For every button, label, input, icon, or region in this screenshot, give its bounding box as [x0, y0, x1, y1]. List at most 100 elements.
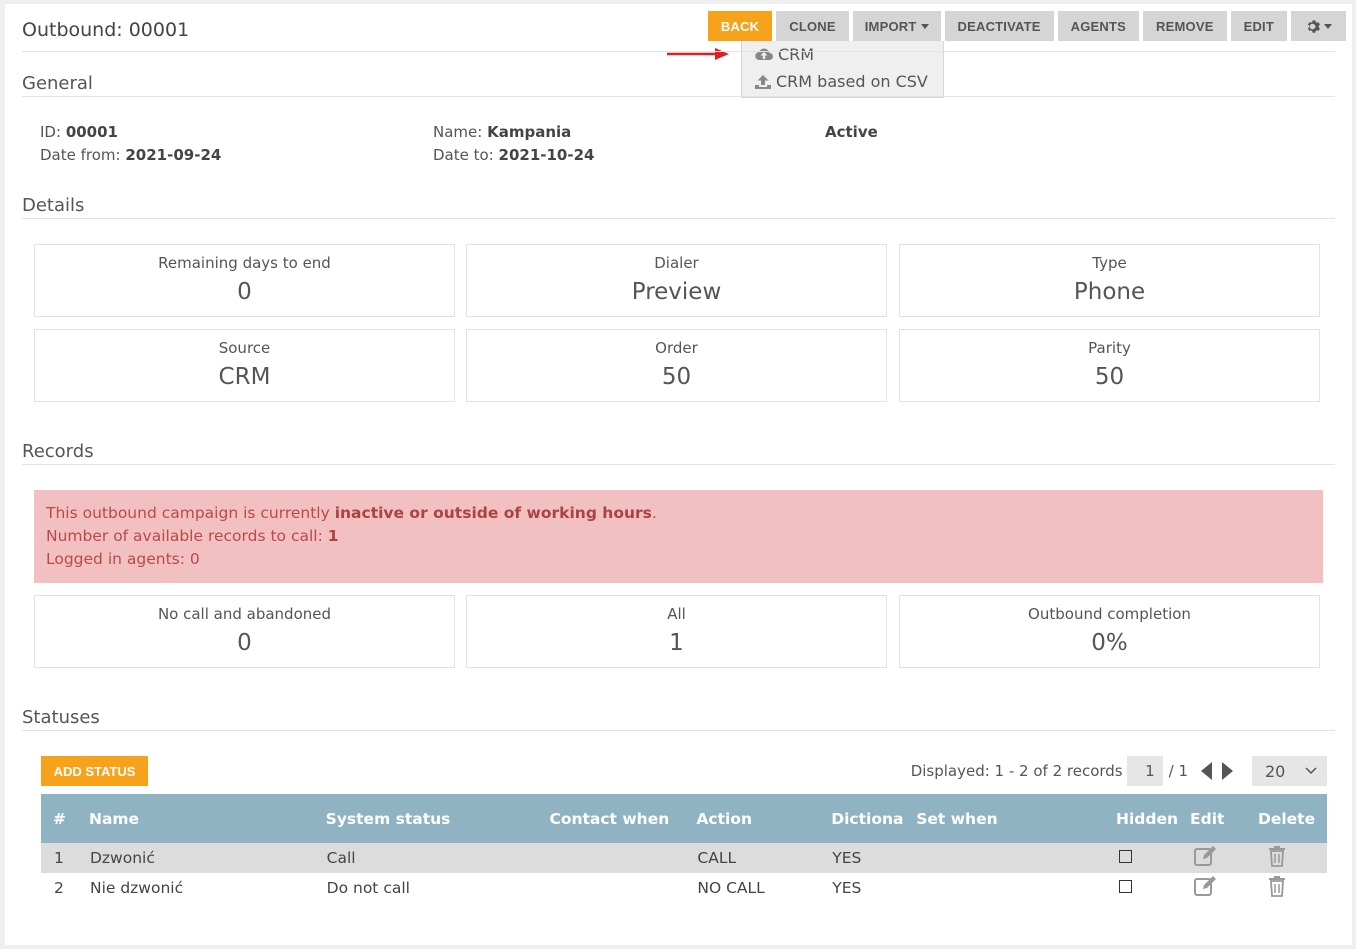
- detail-card-value: 50: [1094, 364, 1125, 390]
- hidden-checkbox[interactable]: [1118, 880, 1132, 893]
- detail-card-label: Type: [1092, 254, 1127, 272]
- row-action: NO CALL: [697, 879, 765, 897]
- import-crm-csv-label: CRM based on CSV: [776, 72, 928, 91]
- record-card-no-call: No call and abandoned 0: [34, 595, 455, 668]
- next-page-icon[interactable]: [1222, 762, 1233, 780]
- row-system-status: Do not call: [326, 879, 410, 897]
- displayed-records-text: Displayed: 1 - 2 of 2 records: [910, 762, 1123, 780]
- alert-text: This outbound campaign is currently: [46, 504, 335, 522]
- col-header[interactable]: Contact when: [537, 794, 684, 843]
- logged-agents-text: Logged in agents: 0: [46, 550, 200, 568]
- date-to-label: Date to:: [433, 146, 494, 164]
- record-card-completion: Outbound completion 0%: [899, 595, 1320, 668]
- row-dictionary: YES: [832, 879, 862, 897]
- table-row: 2 Nie dzwonić Do not call NO CALL YES: [41, 873, 1327, 903]
- edit-icon[interactable]: [1193, 845, 1219, 867]
- record-card-value: 0: [237, 630, 252, 656]
- detail-card-type: Type Phone: [899, 244, 1320, 317]
- trash-icon[interactable]: [1267, 875, 1287, 897]
- page-title: Outbound: 00001: [22, 19, 190, 41]
- import-button[interactable]: IMPORT: [852, 11, 941, 41]
- name-value: Kampania: [487, 123, 572, 141]
- row-edit: [1178, 873, 1246, 903]
- alert-text: Number of available records to call:: [46, 527, 328, 545]
- col-header[interactable]: Action: [684, 794, 819, 843]
- col-header: Hidden: [1115, 809, 1179, 828]
- record-card-label: Outbound completion: [1028, 605, 1191, 623]
- detail-card-parity: Parity 50: [899, 329, 1320, 402]
- row-dictionary: YES: [832, 849, 862, 867]
- deactivate-button[interactable]: DEACTIVATE: [944, 11, 1054, 41]
- back-button[interactable]: BACK: [707, 11, 773, 41]
- agents-button[interactable]: AGENTS: [1057, 11, 1140, 41]
- import-crm-label: CRM: [778, 45, 815, 64]
- row-system-status: Call: [326, 849, 356, 867]
- section-details-title: Details: [22, 195, 85, 216]
- col-header[interactable]: Dictionary: [819, 794, 904, 843]
- row-action: CALL: [697, 849, 737, 867]
- record-card-label: No call and abandoned: [157, 605, 332, 623]
- divider: [22, 218, 1335, 219]
- date-from-value: 2021-09-24: [125, 146, 222, 164]
- table-row: 1 Dzwonić Call CALL YES: [41, 843, 1327, 873]
- alert-text: .: [651, 504, 657, 522]
- clone-button[interactable]: CLONE: [776, 11, 849, 41]
- col-header[interactable]: Name: [77, 794, 314, 843]
- upload-icon: [755, 74, 771, 89]
- inactive-campaign-alert: This outbound campaign is currently inac…: [34, 490, 1323, 583]
- import-crm-item[interactable]: CRM: [742, 41, 943, 68]
- trash-icon[interactable]: [1267, 845, 1287, 867]
- page-size-select[interactable]: 20: [1252, 756, 1327, 786]
- cloud-upload-icon: [755, 48, 773, 60]
- row-delete: [1246, 873, 1327, 903]
- detail-card-value: Preview: [631, 279, 722, 305]
- row-number: 1: [54, 849, 64, 867]
- row-name: Dzwonić: [89, 849, 155, 867]
- statuses-table: # Name System status Contact when Action…: [41, 794, 1327, 903]
- divider: [22, 51, 1335, 52]
- general-col-3: Active: [825, 121, 878, 144]
- record-card-all: All 1: [466, 595, 887, 668]
- import-dropdown-menu: CRM CRM based on CSV: [741, 41, 944, 98]
- detail-card-order: Order 50: [466, 329, 887, 402]
- page-number-input[interactable]: 1: [1126, 756, 1163, 786]
- section-statuses-title: Statuses: [22, 707, 100, 728]
- col-header[interactable]: Set when: [904, 794, 1104, 843]
- detail-card-dialer: Dialer Preview: [466, 244, 887, 317]
- row-set-when: [904, 873, 1104, 903]
- caret-down-icon: [1324, 23, 1332, 29]
- import-button-label: IMPORT: [864, 18, 917, 34]
- detail-card-label: Parity: [1088, 339, 1131, 357]
- divider: [22, 464, 1335, 465]
- detail-card-value: Phone: [1073, 279, 1146, 305]
- chevron-down-icon: [1305, 767, 1317, 775]
- col-header[interactable]: System status: [314, 794, 538, 843]
- prev-page-icon[interactable]: [1201, 762, 1212, 780]
- gear-icon: [1307, 19, 1320, 33]
- edit-icon[interactable]: [1193, 875, 1219, 897]
- edit-button[interactable]: EDIT: [1230, 11, 1287, 41]
- add-status-button[interactable]: ADD STATUS: [41, 756, 148, 786]
- section-general-title: General: [22, 73, 93, 94]
- import-crm-csv-item[interactable]: CRM based on CSV: [742, 68, 943, 95]
- col-header: Delete: [1257, 809, 1316, 828]
- row-delete: [1246, 843, 1327, 873]
- id-value: 00001: [65, 123, 118, 141]
- hidden-checkbox[interactable]: [1118, 850, 1132, 863]
- divider: [22, 96, 1335, 97]
- row-hidden: [1104, 843, 1178, 873]
- settings-button[interactable]: [1291, 11, 1346, 41]
- remove-button[interactable]: REMOVE: [1143, 11, 1227, 41]
- row-contact-when: [537, 843, 684, 873]
- row-hidden: [1104, 873, 1178, 903]
- detail-card-remaining-days: Remaining days to end 0: [34, 244, 455, 317]
- section-records-title: Records: [22, 441, 94, 462]
- detail-card-value: 50: [661, 364, 692, 390]
- col-header: #: [53, 809, 66, 828]
- available-records-count: 1: [327, 527, 339, 545]
- col-header: Edit: [1190, 809, 1225, 828]
- detail-card-label: Dialer: [654, 254, 699, 272]
- table-header-row: # Name System status Contact when Action…: [41, 794, 1327, 843]
- record-card-label: All: [667, 605, 686, 623]
- detail-card-value: CRM: [218, 364, 271, 390]
